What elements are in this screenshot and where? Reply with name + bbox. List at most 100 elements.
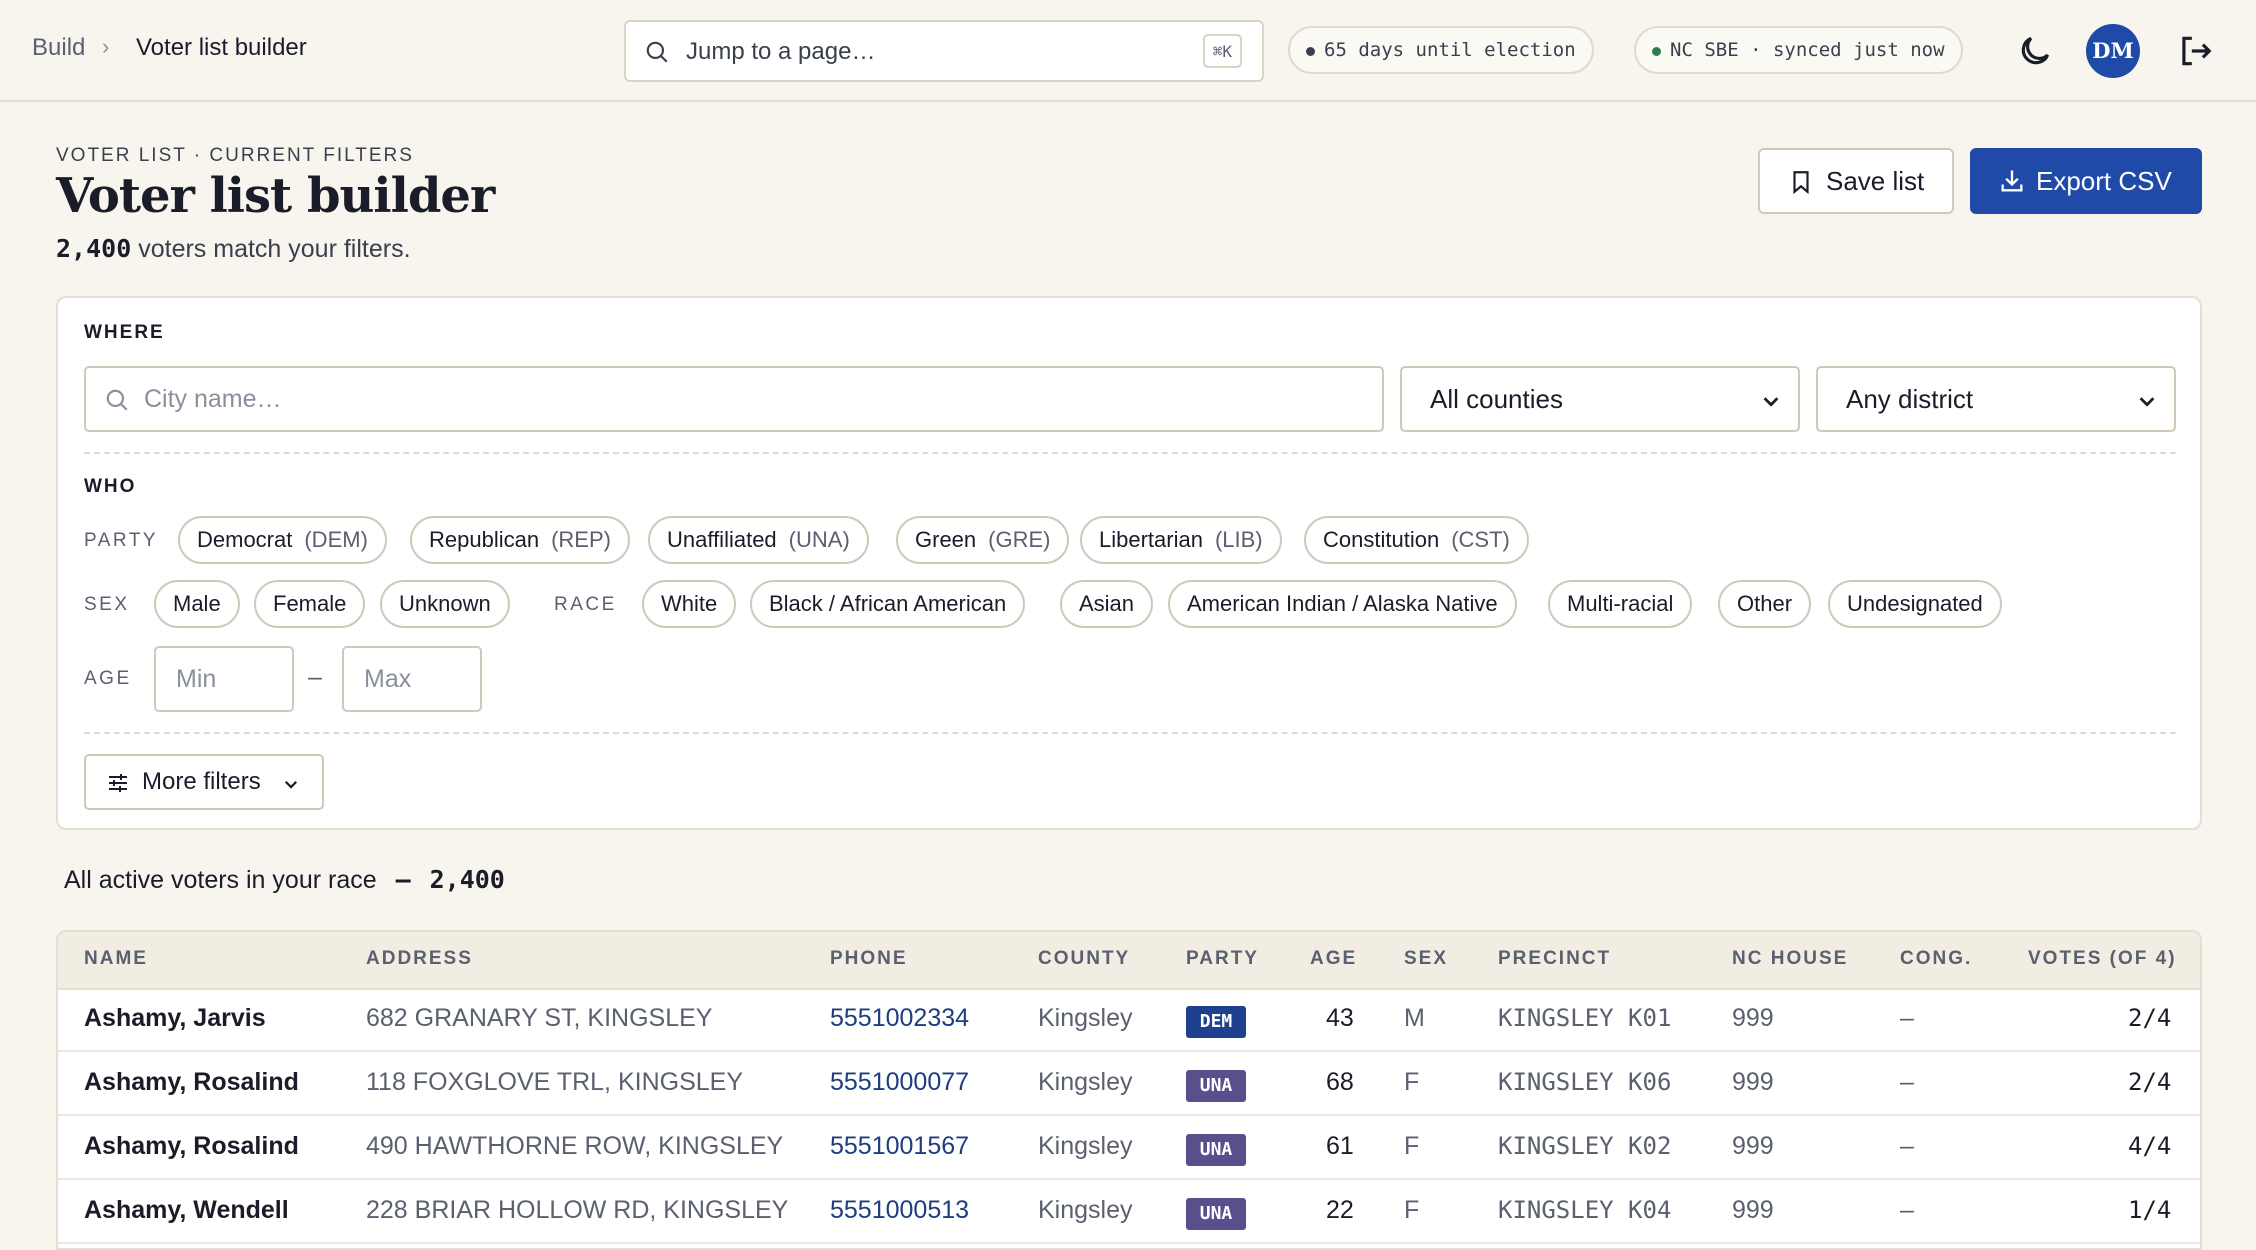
user-avatar[interactable]: DM xyxy=(2086,24,2140,78)
page-eyebrow: VOTER LIST · CURRENT FILTERS xyxy=(56,145,414,166)
race-chip-black[interactable]: Black / African American xyxy=(750,580,1026,628)
party-chip-abbr: (UNA) xyxy=(788,527,850,552)
col-name[interactable]: NAME xyxy=(84,948,148,970)
dark-mode-moon-icon[interactable] xyxy=(2016,32,2054,70)
voter-address: 118 FOXGLOVE TRL, KINGSLEY xyxy=(366,1068,744,1096)
voter-nc-house: 999 xyxy=(1732,1132,1774,1160)
voter-county: Kingsley xyxy=(1038,1196,1133,1224)
col-age[interactable]: AGE xyxy=(1310,948,1357,970)
voter-phone[interactable]: 5551002334 xyxy=(830,1004,969,1033)
race-chip-other[interactable]: Other xyxy=(1718,580,1812,628)
party-badge: UNA xyxy=(1186,1198,1246,1230)
jump-search-input[interactable]: Jump to a page… ⌘K xyxy=(624,20,1264,82)
voter-votes: 2/4 xyxy=(2128,1068,2172,1096)
download-icon xyxy=(2001,170,2023,192)
voter-sex: F xyxy=(1404,1196,1420,1224)
breadcrumb-build-link[interactable]: Build xyxy=(32,34,85,62)
voter-precinct: KINGSLEY K01 xyxy=(1498,1004,1672,1032)
party-chip-name: Democrat xyxy=(197,527,293,552)
race-label: RACE xyxy=(554,594,617,615)
voter-age: 68 xyxy=(1326,1068,1354,1096)
col-votes[interactable]: VOTES (OF 4) xyxy=(2028,948,2177,970)
voter-phone[interactable]: 5551000077 xyxy=(830,1068,969,1097)
sync-status-badge: NC SBE · synced just now xyxy=(1634,26,1963,74)
match-summary: 2,400 voters match your filters. xyxy=(56,234,411,264)
chevron-down-icon xyxy=(1763,397,1779,407)
sex-chip-female[interactable]: Female xyxy=(254,580,366,628)
party-chip-name: Unaffiliated xyxy=(667,527,777,552)
match-text: voters match your filters. xyxy=(138,235,411,263)
voter-name[interactable]: Ashamy, Jarvis xyxy=(84,1004,266,1033)
save-list-button[interactable]: Save list xyxy=(1758,148,1954,214)
district-select[interactable]: Any district xyxy=(1816,366,2176,432)
party-chip-gre[interactable]: Green (GRE) xyxy=(896,516,1070,564)
party-chip-name: Republican xyxy=(429,527,540,552)
voter-phone[interactable]: 5551000513 xyxy=(830,1196,969,1225)
age-max-input[interactable]: Max xyxy=(342,646,482,712)
party-label: PARTY xyxy=(84,530,159,551)
breadcrumb-current: Voter list builder xyxy=(136,34,307,61)
voter-precinct: KINGSLEY K04 xyxy=(1498,1196,1672,1224)
voter-sex: F xyxy=(1404,1068,1420,1096)
voter-phone[interactable]: 5551001567 xyxy=(830,1132,969,1161)
shortcut-hint: ⌘K xyxy=(1202,34,1242,68)
voter-name[interactable]: Ashamy, Rosalind xyxy=(84,1068,299,1097)
more-filters-label: More filters xyxy=(142,768,261,795)
party-chip-una[interactable]: Unaffiliated (UNA) xyxy=(648,516,869,564)
col-county[interactable]: COUNTY xyxy=(1038,948,1130,970)
race-chip-american-indian[interactable]: American Indian / Alaska Native xyxy=(1168,580,1517,628)
col-phone[interactable]: PHONE xyxy=(830,948,908,970)
party-chip-abbr: (CST) xyxy=(1451,527,1510,552)
party-chip-abbr: (GRE) xyxy=(988,527,1051,552)
election-countdown-badge: 65 days until election xyxy=(1288,26,1594,74)
sex-label: SEX xyxy=(84,594,130,615)
table-row[interactable]: Ashamy, Wendell 228 BRIAR HOLLOW RD, KIN… xyxy=(58,1180,2200,1244)
party-chip-lib[interactable]: Libertarian (LIB) xyxy=(1080,516,1282,564)
bookmark-icon xyxy=(1793,171,1809,195)
race-chip-white[interactable]: White xyxy=(642,580,737,628)
col-sex[interactable]: SEX xyxy=(1404,948,1448,970)
voter-precinct: KINGSLEY K06 xyxy=(1498,1068,1672,1096)
county-select[interactable]: All counties xyxy=(1400,366,1800,432)
party-chip-rep[interactable]: Republican (REP) xyxy=(410,516,630,564)
more-filters-button[interactable]: More filters xyxy=(84,754,324,810)
table-row[interactable]: Ashamy, Rosalind 490 HAWTHORNE ROW, KING… xyxy=(58,1116,2200,1180)
voter-votes: 4/4 xyxy=(2128,1132,2172,1160)
city-search-input[interactable]: City name… xyxy=(84,366,1384,432)
sex-chip-male[interactable]: Male xyxy=(154,580,240,628)
voter-votes: 2/4 xyxy=(2128,1004,2172,1032)
voter-name[interactable]: Ashamy, Wendell xyxy=(84,1196,289,1225)
col-nc-house[interactable]: NC HOUSE xyxy=(1732,948,1848,970)
race-chip-undesignated[interactable]: Undesignated xyxy=(1828,580,2002,628)
party-chip-cst[interactable]: Constitution (CST) xyxy=(1304,516,1529,564)
voter-age: 61 xyxy=(1326,1132,1354,1160)
party-badge: UNA xyxy=(1186,1070,1246,1102)
race-chip-asian[interactable]: Asian xyxy=(1060,580,1154,628)
voter-cong: – xyxy=(1900,1068,1914,1096)
col-party[interactable]: PARTY xyxy=(1186,948,1259,970)
breadcrumb-chevron-icon: › xyxy=(102,34,110,59)
voter-county: Kingsley xyxy=(1038,1132,1133,1160)
col-cong[interactable]: CONG. xyxy=(1900,948,1972,970)
sex-chip-unknown[interactable]: Unknown xyxy=(380,580,510,628)
voter-votes: 1/4 xyxy=(2128,1196,2172,1224)
table-row[interactable]: Ashamy, Rosalind 118 FOXGLOVE TRL, KINGS… xyxy=(58,1052,2200,1116)
party-badge: DEM xyxy=(1186,1006,1246,1038)
col-address[interactable]: ADDRESS xyxy=(366,948,473,970)
chevron-down-icon xyxy=(284,780,298,789)
col-precinct[interactable]: PRECINCT xyxy=(1498,948,1611,970)
export-csv-label: Export CSV xyxy=(2036,166,2172,196)
voter-sex: F xyxy=(1404,1132,1420,1160)
race-chip-multi-racial[interactable]: Multi-racial xyxy=(1548,580,1693,628)
table-row[interactable]: Ashamy, Jarvis 682 GRANARY ST, KINGSLEY … xyxy=(58,988,2200,1052)
party-chip-name: Green xyxy=(915,527,977,552)
export-csv-button[interactable]: Export CSV xyxy=(1970,148,2202,214)
logout-icon[interactable] xyxy=(2176,32,2214,70)
voter-name[interactable]: Ashamy, Rosalind xyxy=(84,1132,299,1161)
party-chip-dem[interactable]: Democrat (DEM) xyxy=(178,516,387,564)
party-chip-abbr: (DEM) xyxy=(304,527,368,552)
party-chip-name: Constitution xyxy=(1323,527,1440,552)
divider xyxy=(84,452,2176,454)
age-min-input[interactable]: Min xyxy=(154,646,294,712)
voter-precinct: KINGSLEY K02 xyxy=(1498,1132,1672,1160)
